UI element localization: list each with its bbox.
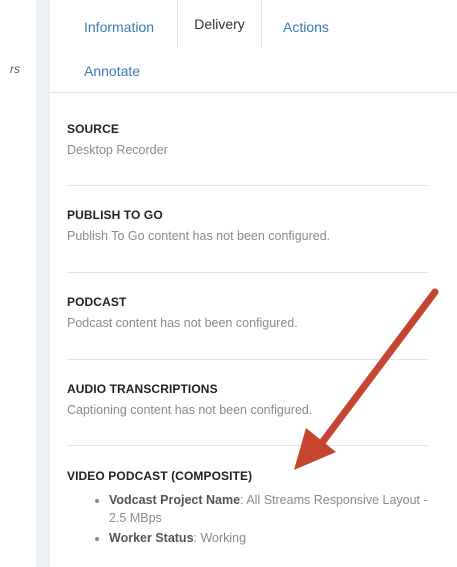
left-nav-strip: rs — [0, 0, 36, 567]
delivery-panel: Information Delivery Actions Annotate SO… — [50, 0, 457, 567]
divider — [67, 185, 428, 186]
section-text: Publish To Go content has not been confi… — [67, 229, 331, 243]
tab-annotate[interactable]: Annotate — [84, 63, 140, 79]
divider — [67, 359, 428, 360]
video-podcast-properties: Vodcast Project Name: All Streams Respon… — [67, 491, 428, 547]
list-item: Vodcast Project Name: All Streams Respon… — [109, 491, 428, 527]
section-heading: PODCAST — [67, 295, 127, 309]
tab-actions[interactable]: Actions — [283, 19, 329, 35]
list-item: Worker Status: Working — [109, 529, 428, 547]
section-text: Podcast content has not been configured. — [67, 316, 298, 330]
tab-information[interactable]: Information — [84, 19, 154, 35]
tab-delivery-label: Delivery — [194, 16, 245, 32]
section-audio-transcriptions: AUDIO TRANSCRIPTIONS Captioning content … — [67, 382, 428, 417]
property-value: : Working — [193, 531, 247, 545]
section-heading: AUDIO TRANSCRIPTIONS — [67, 382, 218, 396]
property-key: Vodcast Project Name — [109, 493, 241, 507]
tab-delivery[interactable]: Delivery — [177, 0, 262, 48]
truncated-nav-label: rs — [10, 62, 20, 76]
divider — [67, 272, 428, 273]
section-text: Desktop Recorder — [67, 143, 168, 157]
tab-bar: Information Delivery Actions Annotate — [50, 0, 457, 93]
property-key: Worker Status — [109, 531, 194, 545]
panel-gutter — [36, 0, 50, 567]
section-heading: SOURCE — [67, 122, 119, 136]
section-publish-to-go: PUBLISH TO GO Publish To Go content has … — [67, 208, 428, 243]
section-text: Captioning content has not been configur… — [67, 403, 313, 417]
section-heading: PUBLISH TO GO — [67, 208, 163, 222]
section-heading: VIDEO PODCAST (COMPOSITE) — [67, 469, 253, 483]
section-source: SOURCE Desktop Recorder — [67, 122, 428, 157]
section-podcast: PODCAST Podcast content has not been con… — [67, 295, 428, 330]
section-video-podcast: VIDEO PODCAST (COMPOSITE) Vodcast Projec… — [67, 469, 428, 549]
divider — [67, 445, 428, 446]
